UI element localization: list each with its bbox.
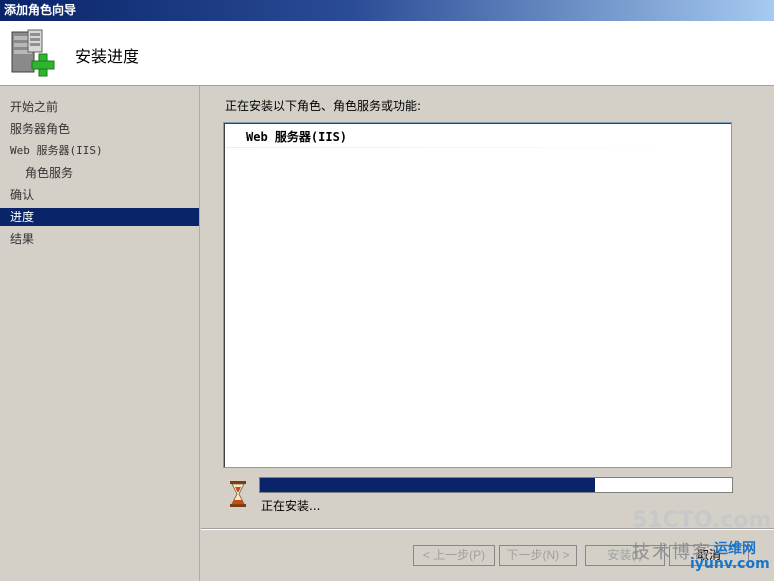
install-list-label: 正在安装以下角色、角色服务或功能: bbox=[225, 99, 422, 113]
nav-item-results[interactable]: 结果 bbox=[0, 230, 199, 248]
install-button[interactable]: 安装(I) bbox=[585, 545, 665, 566]
nav-item-before-you-begin[interactable]: 开始之前 bbox=[0, 98, 199, 116]
cancel-button[interactable]: 取消 bbox=[669, 545, 749, 566]
list-item: Web 服务器(IIS) bbox=[246, 130, 348, 144]
footer-divider bbox=[201, 528, 774, 530]
page-title: 安装进度 bbox=[75, 47, 140, 66]
nav-item-progress[interactable]: 进度 bbox=[0, 208, 199, 226]
previous-button[interactable]: < 上一步(P) bbox=[413, 545, 495, 566]
window-title: 添加角色向导 bbox=[4, 3, 77, 17]
hourglass-icon bbox=[230, 481, 246, 507]
wizard-header: 安装进度 bbox=[0, 21, 774, 86]
install-list[interactable]: Web 服务器(IIS) bbox=[223, 122, 732, 468]
nav-item-role-services[interactable]: 角色服务 bbox=[0, 164, 199, 182]
server-add-icon bbox=[11, 29, 55, 77]
nav-item-web-server[interactable]: Web 服务器(IIS) bbox=[0, 142, 199, 160]
window-titlebar[interactable]: 添加角色向导 bbox=[0, 0, 774, 21]
wizard-nav: 开始之前 服务器角色 Web 服务器(IIS) 角色服务 确认 进度 结果 bbox=[0, 86, 200, 581]
status-text: 正在安装... bbox=[261, 499, 321, 513]
install-progress-bar bbox=[259, 477, 733, 493]
next-button[interactable]: 下一步(N) > bbox=[499, 545, 577, 566]
progress-fill bbox=[260, 478, 596, 492]
list-item-divider bbox=[226, 147, 706, 148]
nav-item-confirmation[interactable]: 确认 bbox=[0, 186, 199, 204]
nav-item-server-roles[interactable]: 服务器角色 bbox=[0, 120, 199, 138]
